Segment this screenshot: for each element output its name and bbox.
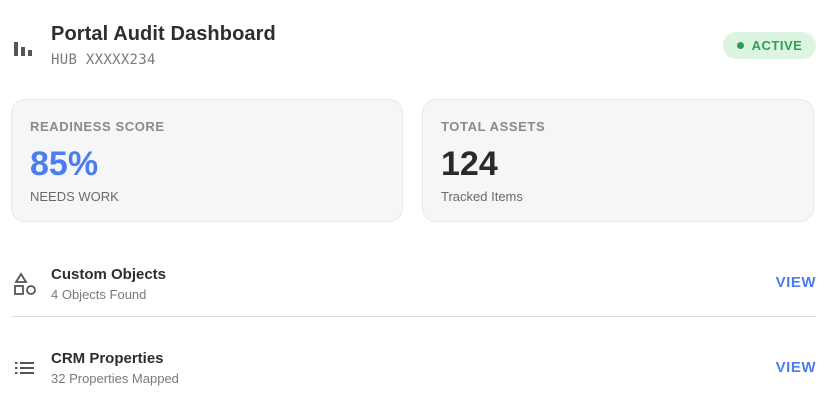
header: Portal Audit Dashboard HUB XXXXX234 ACTI… bbox=[0, 0, 832, 90]
card-sub: NEEDS WORK bbox=[30, 189, 119, 204]
list-item-sub: 4 Objects Found bbox=[51, 287, 147, 302]
readiness-score-card: READINESS SCORE 85% NEEDS WORK bbox=[11, 99, 403, 222]
card-label: READINESS SCORE bbox=[30, 119, 165, 134]
list-item-sub: 32 Properties Mapped bbox=[51, 371, 179, 386]
card-sub: Tracked Items bbox=[441, 189, 523, 204]
hub-id: HUB XXXXX234 bbox=[51, 52, 156, 68]
readiness-score-value: 85% bbox=[30, 145, 99, 183]
list-icon bbox=[13, 357, 37, 381]
list-item-title: CRM Properties bbox=[51, 350, 164, 367]
list-item-crm-properties: CRM Properties 32 Properties Mapped VIEW bbox=[11, 340, 816, 400]
status-label: ACTIVE bbox=[751, 38, 803, 53]
card-label: TOTAL ASSETS bbox=[441, 119, 546, 134]
shapes-icon bbox=[13, 272, 37, 296]
status-badge: ACTIVE bbox=[723, 32, 816, 59]
bar-chart-icon bbox=[14, 38, 34, 56]
total-assets-card: TOTAL ASSETS 124 Tracked Items bbox=[422, 99, 814, 222]
list-item-custom-objects: Custom Objects 4 Objects Found VIEW bbox=[11, 256, 816, 317]
status-dot-icon bbox=[736, 42, 744, 49]
list-item-title: Custom Objects bbox=[51, 266, 167, 283]
page-title: Portal Audit Dashboard bbox=[51, 23, 276, 45]
total-assets-value: 124 bbox=[441, 145, 498, 183]
view-crm-properties-button[interactable]: VIEW bbox=[776, 359, 816, 376]
view-custom-objects-button[interactable]: VIEW bbox=[776, 274, 816, 291]
